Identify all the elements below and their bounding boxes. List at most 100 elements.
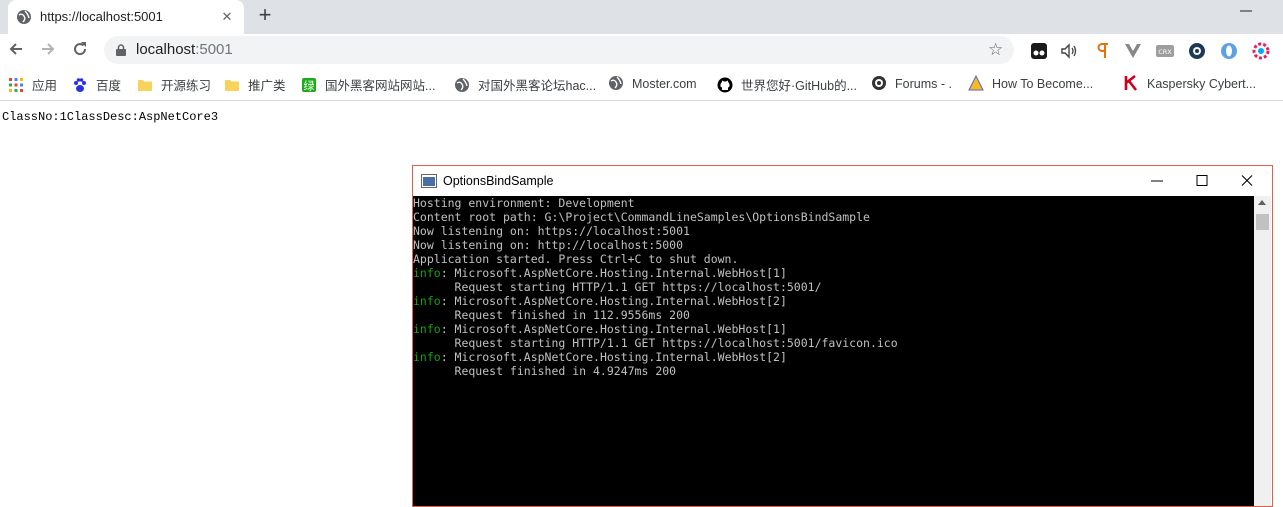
url-host: localhost: [136, 41, 196, 58]
console-line: info: Microsoft.AspNetCore.Hosting.Inter…: [413, 294, 1254, 308]
bookmark-label: 应用: [32, 79, 58, 93]
log-message: : Microsoft.AspNetCore.Hosting.Internal.…: [440, 350, 787, 364]
log-level-label: info: [413, 322, 441, 336]
folder-icon: [225, 80, 239, 91]
github-icon: [717, 77, 733, 93]
log-level-label: info: [413, 266, 441, 280]
bookmark-kaspersky[interactable]: Kaspersky Cybert...: [1123, 75, 1256, 93]
baidu-paw-icon: [74, 78, 86, 92]
globe-icon: [17, 10, 31, 24]
globe-icon: [609, 76, 623, 90]
bookmark-baidu[interactable]: 百度: [72, 75, 121, 93]
log-message: : Microsoft.AspNetCore.Hosting.Internal.…: [440, 294, 787, 308]
log-level-label: info: [413, 350, 441, 364]
log-message: Request finished in 4.9247ms 200: [413, 364, 677, 378]
console-line: Request finished in 4.9247ms 200: [413, 364, 1254, 378]
bookmark-label: 推广类: [248, 79, 286, 93]
svg-text:CRX: CRX: [1158, 48, 1172, 56]
console-title-bar[interactable]: OptionsBindSample: [413, 166, 1272, 196]
compass-icon[interactable]: [1188, 42, 1206, 60]
scroll-up-arrow-icon[interactable]: [1258, 200, 1266, 205]
forum-icon: [872, 76, 886, 90]
settings-gear-icon[interactable]: [1252, 42, 1270, 60]
apps-grid-icon: [9, 78, 23, 92]
log-message: Now listening on: http://localhost:5000: [413, 238, 684, 252]
console-line: info: Microsoft.AspNetCore.Hosting.Inter…: [413, 350, 1254, 364]
bookmark-forums[interactable]: Forums - .: [871, 75, 952, 93]
tab-title: https://localhost:5001: [40, 9, 163, 24]
console-line: Content root path: G:\Project\CommandLin…: [413, 210, 1254, 224]
bookmark-label: Kaspersky Cybert...: [1147, 77, 1257, 91]
green-site-icon: 绿: [302, 78, 316, 93]
console-close-icon[interactable]: [1237, 172, 1257, 190]
bookmark-moster[interactable]: Moster.com: [608, 75, 697, 93]
svg-text:绿: 绿: [304, 79, 315, 93]
opera-icon[interactable]: [1220, 42, 1238, 60]
globe-icon: [455, 78, 469, 92]
paragraph-icon[interactable]: [1094, 42, 1112, 60]
bookmark-apps[interactable]: 应用: [8, 75, 57, 93]
console-minimize-icon[interactable]: [1147, 172, 1167, 190]
log-message: Request finished in 112.9556ms 200: [413, 308, 690, 322]
log-message: Request starting HTTP/1.1 GET https://lo…: [413, 336, 898, 350]
close-tab-icon[interactable]: ✕: [218, 8, 236, 26]
bookmark-hacker-sites[interactable]: 绿 国外黑客网站网站...: [301, 75, 435, 93]
log-message: Request starting HTTP/1.1 GET https://lo…: [413, 280, 822, 294]
console-maximize-icon[interactable]: [1192, 172, 1212, 190]
bookmark-label: Forums - .: [895, 77, 952, 91]
console-scroll-thumb[interactable]: [1256, 214, 1269, 230]
console-line: Request starting HTTP/1.1 GET https://lo…: [413, 280, 1254, 294]
bookmark-how-to-become[interactable]: How To Become...: [968, 75, 1093, 93]
arrow-right-icon: [42, 43, 55, 55]
console-window[interactable]: OptionsBindSample Hosting environment: D…: [412, 165, 1273, 507]
log-message: : Microsoft.AspNetCore.Hosting.Internal.…: [440, 322, 787, 336]
bookmark-label: 国外黑客网站网站...: [325, 79, 436, 93]
log-message: Hosting environment: Development: [413, 196, 635, 210]
bookmark-star-icon[interactable]: ☆: [988, 40, 1003, 60]
bookmark-label: 对国外黑客论坛hac...: [478, 79, 597, 93]
arrow-left-icon: [9, 43, 22, 55]
url-text: localhost:5001: [136, 41, 233, 58]
console-line: Hosting environment: Development: [413, 196, 1254, 210]
console-line: info: Microsoft.AspNetCore.Hosting.Inter…: [413, 322, 1254, 336]
console-app-icon: [421, 174, 437, 188]
bookmark-folder-opensource[interactable]: 开源练习: [137, 75, 211, 93]
forward-button[interactable]: [38, 40, 58, 60]
log-level-label: info: [413, 294, 441, 308]
log-message: Content root path: G:\Project\CommandLin…: [413, 210, 870, 224]
tab-strip: https://localhost:5001 ✕ +: [0, 0, 1283, 34]
lock-icon: [116, 44, 126, 56]
reload-icon: [74, 42, 87, 56]
log-message: Now listening on: https://localhost:5001: [413, 224, 690, 238]
console-line: Application started. Press Ctrl+C to shu…: [413, 252, 1254, 266]
log-message: : Microsoft.AspNetCore.Hosting.Internal.…: [440, 266, 787, 280]
log-message: Application started. Press Ctrl+C to shu…: [413, 252, 739, 266]
bookmark-hacker-forum[interactable]: 对国外黑客论坛hac...: [454, 75, 596, 93]
kaspersky-icon: [1124, 75, 1138, 91]
browser-tab[interactable]: https://localhost:5001 ✕: [8, 0, 244, 34]
address-bar[interactable]: localhost:5001 ☆: [104, 36, 1014, 64]
console-output[interactable]: Hosting environment: Development Content …: [413, 196, 1254, 506]
new-tab-button[interactable]: +: [254, 4, 276, 26]
minimize-window-icon[interactable]: [1238, 4, 1254, 18]
console-title: OptionsBindSample: [443, 174, 554, 188]
console-line: Request starting HTTP/1.1 GET https://lo…: [413, 336, 1254, 350]
console-line: Request finished in 112.9556ms 200: [413, 308, 1254, 322]
bookmark-label: 世界您好·GitHub的...: [741, 79, 857, 93]
bookmark-label: How To Become...: [992, 77, 1094, 91]
bookmark-folder-promo[interactable]: 推广类: [224, 75, 286, 93]
tampermonkey-icon[interactable]: [1030, 42, 1048, 60]
crx-icon[interactable]: CRX: [1156, 42, 1174, 60]
page-body-text: ClassNo:1ClassDesc:AspNetCore3: [2, 110, 219, 124]
bookmark-label: Moster.com: [632, 77, 697, 91]
bookmark-github[interactable]: 世界您好·GitHub的...: [717, 75, 857, 93]
console-scrollbar[interactable]: [1254, 196, 1271, 506]
console-line: Now listening on: https://localhost:5001: [413, 224, 1254, 238]
browser-toolbar: localhost:5001 ☆ CRX: [0, 34, 1283, 66]
reload-button[interactable]: [70, 40, 90, 60]
bookmark-label: 开源练习: [161, 79, 212, 93]
back-button[interactable]: [6, 40, 26, 60]
bookmark-label: 百度: [96, 79, 122, 93]
audio-icon[interactable]: [1060, 42, 1078, 60]
vue-icon[interactable]: [1124, 42, 1142, 60]
